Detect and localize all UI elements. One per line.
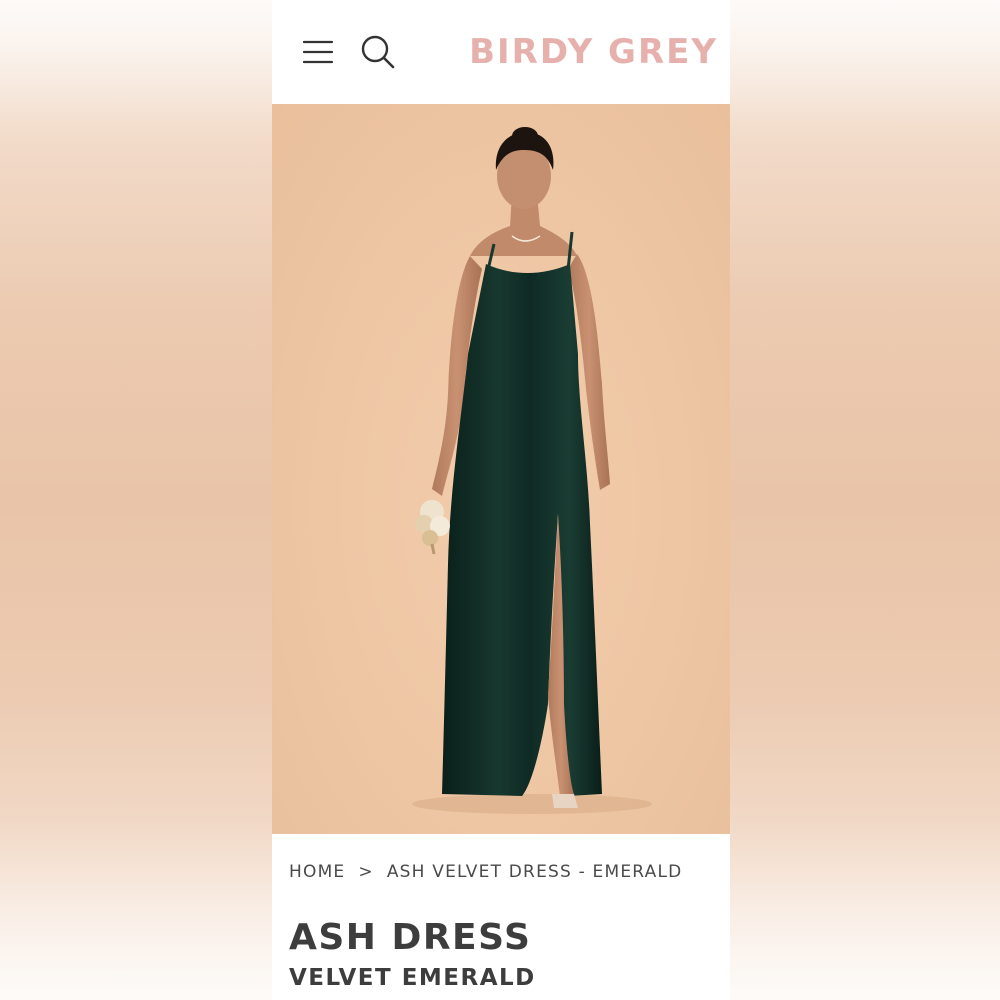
breadcrumb: HOME > ASH VELVET DRESS - EMERALD	[289, 862, 682, 882]
breadcrumb-separator: >	[358, 862, 374, 882]
mobile-page: BIRDY GREY HOME > ASH VELVET DRESS - EME…	[272, 0, 730, 1000]
hair-bun	[512, 127, 538, 145]
brand-logo[interactable]: BIRDY GREY	[469, 32, 718, 72]
floor-shadow	[412, 794, 652, 814]
breadcrumb-home-link[interactable]: HOME	[289, 862, 345, 882]
hamburger-menu-icon[interactable]	[302, 40, 334, 64]
product-title: ASH DRESS	[289, 917, 532, 958]
product-image[interactable]	[272, 104, 730, 834]
site-header: BIRDY GREY	[272, 0, 730, 104]
search-icon[interactable]	[360, 34, 396, 70]
sandal	[552, 794, 578, 808]
background-blur-right	[730, 0, 1000, 1000]
background-blur-left	[0, 0, 272, 1000]
breadcrumb-current: ASH VELVET DRESS - EMERALD	[386, 862, 683, 882]
product-subtitle: VELVET EMERALD	[289, 965, 536, 991]
bouquet	[415, 500, 450, 555]
